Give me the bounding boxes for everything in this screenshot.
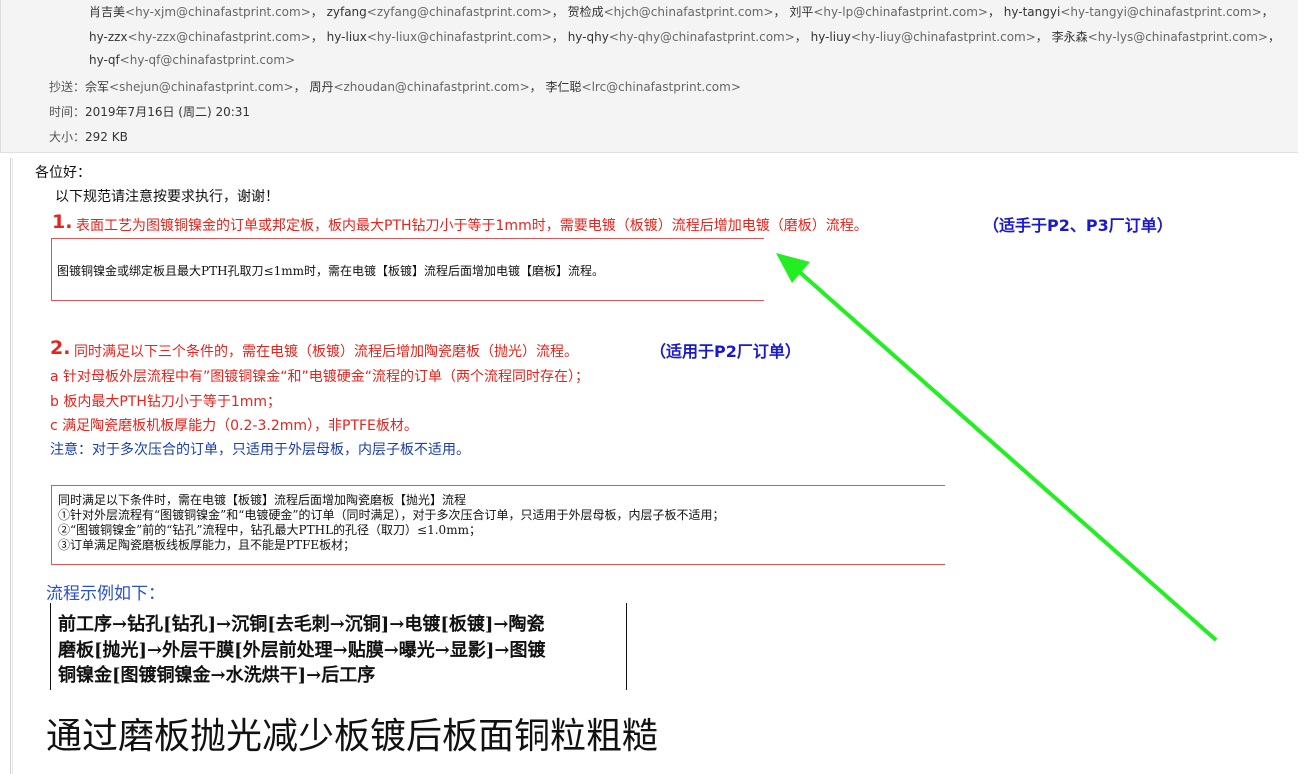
- green-arrow-annotation: [776, 253, 1218, 642]
- scrollbar[interactable]: [1298, 0, 1305, 774]
- arrow-shaft: [793, 266, 1218, 642]
